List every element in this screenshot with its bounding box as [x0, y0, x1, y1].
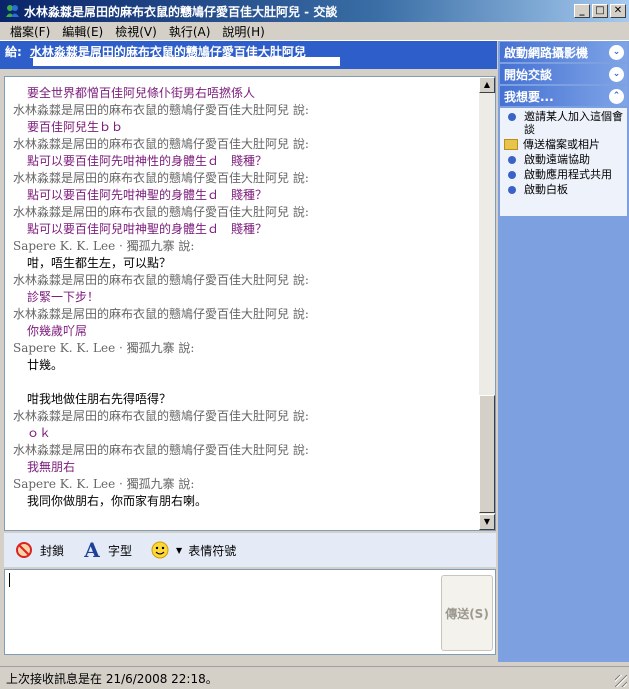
sidebar-action-item[interactable]: 傳送檔案或相片: [504, 138, 623, 151]
folder-icon: [504, 139, 518, 150]
personal-message-field: [33, 57, 340, 66]
text-caret: [9, 573, 10, 587]
menu-help[interactable]: 說明(H): [216, 23, 270, 40]
block-icon: [14, 540, 34, 560]
block-label: 封鎖: [40, 543, 65, 558]
sidebar-action-item[interactable]: 啟動白板: [504, 183, 623, 196]
sidebar-action-item[interactable]: 啟動遠端協助: [504, 153, 623, 166]
message-text: 咁我地做住朋右先得唔得？: [27, 392, 172, 406]
sender-line: 水林淼㵘是屌田的麻布衣鼠的戆鳩仔愛百佳大肚阿兒 說:: [13, 409, 309, 423]
status-bar: 上次接收訊息是在 21/6/2008 22:18。: [0, 666, 629, 689]
message-text: 我同你做朋右，你而家有朋右喇。: [27, 494, 208, 508]
sender-line: 水林淼㵘是屌田的麻布衣鼠的戆鳩仔愛百佳大肚阿兒 說:: [13, 171, 309, 185]
smiley-icon: [150, 540, 170, 560]
sender-line: 水林淼㵘是屌田的麻布衣鼠的戆鳩仔愛百佳大肚阿兒 說:: [13, 307, 309, 321]
sender-line: 水林淼㵘是屌田的麻布衣鼠的戆鳩仔愛百佳大肚阿兒 說:: [13, 103, 309, 117]
emoticon-label: 表情符號: [188, 543, 237, 558]
message-text: 我無朋右: [27, 460, 76, 474]
chevron-up-icon[interactable]: ⌃: [609, 88, 624, 104]
scroll-down-button[interactable]: ▼: [479, 514, 495, 530]
vertical-scrollbar[interactable]: ▲ ▼: [479, 77, 495, 530]
title-bar: 水林淼㵘是屌田的麻布衣鼠的戆鳩仔愛百佳大肚阿兒 - 交談 _ □ ✕: [0, 0, 629, 22]
sidebar-action-label: 啟動遠端協助: [524, 153, 590, 166]
message-text: 你幾歲吖屌: [27, 324, 88, 338]
scroll-up-button[interactable]: ▲: [479, 77, 495, 93]
messenger-icon: [6, 5, 19, 17]
menu-edit[interactable]: 編輯(E): [56, 23, 109, 40]
sender-line: Sapere K. K. Lee ‧ 獨孤九寨 說:: [13, 341, 195, 355]
recipient-bar: 給: 水林淼㵘是屌田的麻布衣鼠的戆鳩仔愛百佳大肚阿兒: [0, 41, 497, 69]
bullet-icon: [508, 156, 516, 164]
recipient-label: 給:: [5, 45, 22, 59]
sender-line: 水林淼㵘是屌田的麻布衣鼠的戆鳩仔愛百佳大肚阿兒 說:: [13, 205, 309, 219]
send-button[interactable]: 傳送(S): [441, 575, 493, 651]
message-text: 廿幾。: [27, 358, 64, 372]
conversation-pane: 要全世界都憎百佳阿兒條仆街男右唔撚係人水林淼㵘是屌田的麻布衣鼠的戆鳩仔愛百佳大肚…: [4, 76, 496, 531]
actions-panel: 邀請某人加入這個會談傳送檔案或相片 啟動遠端協助啟動應用程式共用 啟動白板: [500, 108, 627, 216]
bullet-icon: [508, 113, 516, 121]
sidebar-action-label: 邀請某人加入這個會談: [524, 110, 623, 136]
message-text: 咁，唔生都生左，可以點？: [27, 256, 172, 270]
font-label: 字型: [108, 543, 133, 558]
resize-grip[interactable]: [615, 675, 627, 687]
sidebar-action-label: 啟動白板: [524, 183, 568, 196]
sender-line: Sapere K. K. Lee ‧ 獨孤九寨 說:: [13, 477, 195, 491]
chevron-down-icon[interactable]: ⌄: [609, 66, 624, 82]
menu-bar: 檔案(F) 編輯(E) 檢視(V) 執行(A) 說明(H): [0, 22, 629, 41]
message-text: 點可以要百佳阿先咁神聖的身體生ｄ 賤種？: [27, 188, 268, 202]
want-header-label: 我想要...: [504, 89, 554, 104]
message-text: 要全世界都憎百佳阿兒條仆街男右唔撚係人: [27, 86, 256, 100]
start-talk-header-label: 開始交談: [504, 67, 553, 82]
sender-line: 水林淼㵘是屌田的麻布衣鼠的戆鳩仔愛百佳大肚阿兒 說:: [13, 443, 309, 457]
message-text: 點可以要百佳阿先咁神性的身體生ｄ 賤種？: [27, 154, 268, 168]
emoticon-button[interactable]: ▼ 表情符號: [150, 540, 236, 560]
chevron-down-icon[interactable]: ⌄: [609, 44, 624, 60]
sidebar-action-label: 啟動應用程式共用: [524, 168, 612, 181]
font-icon: A: [84, 538, 100, 562]
block-button[interactable]: 封鎖: [14, 540, 64, 560]
want-header[interactable]: 我想要... ⌃: [500, 86, 627, 106]
menu-view[interactable]: 檢視(V): [109, 23, 163, 40]
close-button[interactable]: ✕: [610, 4, 626, 18]
webcam-header-label: 啟動網路攝影機: [504, 45, 589, 60]
font-button[interactable]: A 字型: [82, 538, 133, 562]
message-text: ｏｋ: [27, 426, 52, 440]
message-text: 診緊一下步！: [27, 290, 100, 304]
format-toolbar: 封鎖 A 字型 ▼ 表情符號: [4, 533, 496, 567]
minimize-button[interactable]: _: [574, 4, 590, 18]
sidebar-action-item[interactable]: 啟動應用程式共用: [504, 168, 623, 181]
message-input[interactable]: 傳送(S): [4, 569, 496, 655]
webcam-header[interactable]: 啟動網路攝影機 ⌄: [500, 42, 627, 62]
menu-file[interactable]: 檔案(F): [4, 23, 56, 40]
message-history: 要全世界都憎百佳阿兒條仆街男右唔撚係人水林淼㵘是屌田的麻布衣鼠的戆鳩仔愛百佳大肚…: [5, 77, 480, 530]
sidebar-action-item[interactable]: 邀請某人加入這個會談: [504, 110, 623, 136]
sender-line: 水林淼㵘是屌田的麻布衣鼠的戆鳩仔愛百佳大肚阿兒 說:: [13, 273, 309, 287]
task-sidebar: 啟動網路攝影機 ⌄ 開始交談 ⌄ 我想要... ⌃ 邀請某人加入這個會談傳送檔案…: [498, 41, 629, 662]
scroll-thumb[interactable]: [479, 395, 495, 513]
status-text: 上次接收訊息是在 21/6/2008 22:18。: [6, 671, 218, 686]
message-text: 點可以要百佳阿兒咁神聖的身體生ｄ 賤種？: [27, 222, 268, 236]
sender-line: Sapere K. K. Lee ‧ 獨孤九寨 說:: [13, 239, 195, 253]
menu-actions[interactable]: 執行(A): [163, 23, 217, 40]
bullet-icon: [508, 186, 516, 194]
message-text: 要百佳阿兒生ｂｂ: [27, 120, 124, 134]
bullet-icon: [508, 171, 516, 179]
start-talk-header[interactable]: 開始交談 ⌄: [500, 64, 627, 84]
window-title: 水林淼㵘是屌田的麻布衣鼠的戆鳩仔愛百佳大肚阿兒 - 交談: [24, 4, 338, 19]
maximize-button[interactable]: □: [592, 4, 608, 18]
sender-line: 水林淼㵘是屌田的麻布衣鼠的戆鳩仔愛百佳大肚阿兒 說:: [13, 137, 309, 151]
dropdown-arrow-icon: ▼: [176, 545, 183, 555]
sidebar-action-label: 傳送檔案或相片: [523, 138, 600, 151]
